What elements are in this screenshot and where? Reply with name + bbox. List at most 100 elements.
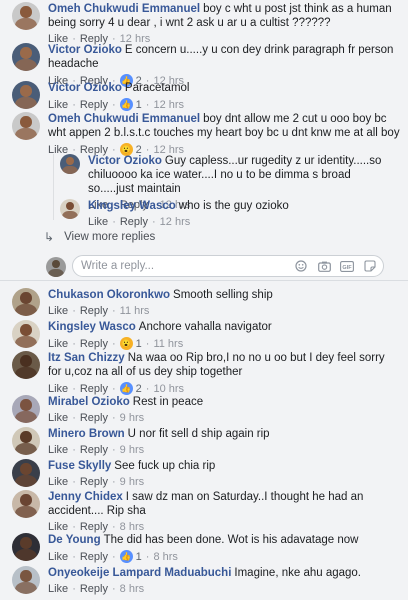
timestamp[interactable]: 9 hrs [120, 444, 144, 456]
reply-link[interactable]: Reply [120, 216, 148, 228]
avatar[interactable] [60, 199, 80, 219]
commenter-name[interactable]: Victor Ozioko [48, 82, 122, 94]
timestamp[interactable]: 9 hrs [120, 476, 144, 488]
reply-link[interactable]: Reply [80, 444, 108, 456]
separator-dot: · [111, 521, 116, 533]
separator-dot: · [111, 583, 116, 595]
commenter-name[interactable]: Fuse Skylly [48, 460, 111, 472]
comment-text: Mirabel Ozioko Rest in peace [48, 395, 400, 409]
camera-icon[interactable] [317, 260, 331, 272]
like-reaction-icon: 👍 [119, 382, 133, 395]
avatar[interactable] [12, 490, 40, 518]
commenter-name[interactable]: Itz San Chizzy [48, 352, 125, 364]
reply-link[interactable]: Reply [80, 476, 108, 488]
timestamp[interactable]: 10 hrs [153, 383, 184, 395]
like-link[interactable]: Like [48, 338, 68, 350]
commenter-name[interactable]: Victor Ozioko [48, 44, 122, 56]
avatar[interactable] [12, 427, 40, 455]
reaction-summary[interactable]: 😮 1 [119, 337, 142, 350]
comment-body: Chukason Okoronkwo Smooth selling ship Lik… [48, 288, 400, 317]
reply-link[interactable]: Reply [80, 551, 108, 563]
avatar[interactable] [12, 43, 40, 71]
like-link[interactable]: Like [48, 476, 68, 488]
reply-input[interactable] [81, 260, 285, 272]
reply-link[interactable]: Reply [80, 521, 108, 533]
like-reaction-icon: 👍 [119, 98, 133, 111]
comment-text: De Young The did has been done. Wot is hi… [48, 533, 400, 547]
reaction-summary[interactable]: 👍 1 [119, 550, 142, 563]
separator-dot: · [111, 550, 116, 563]
comment-body: Jenny Chidex I saw dz man on Saturday..I … [48, 490, 400, 533]
separator-dot: · [111, 98, 116, 111]
commenter-name[interactable]: Omeh Chukwudi Emmanuel [48, 113, 200, 125]
comment-text: Fuse Skylly See fuck up chia rip [48, 459, 400, 473]
view-more-replies[interactable]: ↳ View more replies [44, 230, 155, 244]
comment: Omeh Chukwudi Emmanuel boy dnt allow me 2… [12, 112, 400, 156]
avatar[interactable] [12, 112, 40, 140]
commenter-name[interactable]: Minero Brown [48, 428, 125, 440]
like-link[interactable]: Like [48, 551, 68, 563]
timestamp[interactable]: 12 hrs [153, 99, 184, 111]
reaction-summary[interactable]: 👍 2 [119, 382, 142, 395]
comment-actions: Like · Reply · 👍 1 · 12 hrs [48, 98, 400, 111]
comment-message: Smooth selling ship [173, 289, 273, 301]
avatar[interactable] [12, 351, 40, 379]
reply-link[interactable]: Reply [80, 412, 108, 424]
reply-link[interactable]: Reply [80, 383, 108, 395]
avatar[interactable] [12, 533, 40, 561]
comment-body: Omeh Chukwudi Emmanuel boy dnt allow me 2… [48, 112, 400, 156]
reply-link[interactable]: Reply [80, 305, 108, 317]
commenter-name[interactable]: Onyeokeije Lampard Maduabuchi [48, 567, 231, 579]
reply-box: GIF [72, 255, 384, 277]
comment-message: Imagine, nke ahu agago. [234, 567, 362, 579]
comment-text: Itz San Chizzy Na waa oo Rip bro,I no no … [48, 351, 400, 379]
divider [0, 280, 408, 281]
reply-box-avatar [46, 257, 66, 277]
commenter-name[interactable]: Kingsley Wasco [48, 321, 136, 333]
avatar[interactable] [12, 2, 40, 30]
avatar[interactable] [12, 566, 40, 594]
timestamp[interactable]: 8 hrs [120, 521, 144, 533]
emoji-icon[interactable] [294, 260, 308, 272]
avatar[interactable] [60, 154, 80, 174]
comment: Itz San Chizzy Na waa oo Rip bro,I no no … [12, 351, 400, 395]
like-link[interactable]: Like [48, 583, 68, 595]
gif-icon[interactable]: GIF [340, 260, 354, 272]
like-link[interactable]: Like [48, 305, 68, 317]
separator-dot: · [72, 444, 76, 456]
sticker-icon[interactable] [363, 260, 377, 272]
avatar[interactable] [12, 459, 40, 487]
comment-body: Itz San Chizzy Na waa oo Rip bro,I no no … [48, 351, 400, 395]
commenter-name[interactable]: Omeh Chukwudi Emmanuel [48, 3, 200, 15]
avatar[interactable] [12, 320, 40, 348]
like-link[interactable]: Like [48, 521, 68, 533]
like-link[interactable]: Like [48, 412, 68, 424]
avatar[interactable] [12, 288, 40, 316]
commenter-name[interactable]: Victor Ozioko [88, 155, 162, 167]
separator-dot: · [72, 305, 76, 317]
commenter-name[interactable]: Mirabel Ozioko [48, 396, 130, 408]
avatar[interactable] [12, 81, 40, 109]
timestamp[interactable]: 12 hrs [160, 216, 191, 228]
commenter-name[interactable]: Jenny Chidex [48, 491, 123, 503]
like-link[interactable]: Like [48, 444, 68, 456]
timestamp[interactable]: 11 hrs [153, 338, 183, 350]
timestamp[interactable]: 9 hrs [120, 412, 144, 424]
like-link[interactable]: Like [48, 383, 68, 395]
avatar[interactable] [12, 395, 40, 423]
reply-link[interactable]: Reply [80, 99, 108, 111]
commenter-name[interactable]: De Young [48, 534, 101, 546]
commenter-name[interactable]: Chukason Okoronkwo [48, 289, 170, 301]
commenter-name[interactable]: Kingsley Wasco [88, 200, 176, 212]
reaction-summary[interactable]: 👍 1 [119, 98, 142, 111]
separator-dot: · [72, 550, 76, 563]
like-link[interactable]: Like [88, 216, 108, 228]
timestamp[interactable]: 11 hrs [120, 305, 150, 317]
timestamp[interactable]: 8 hrs [153, 551, 177, 563]
reply-link[interactable]: Reply [80, 583, 108, 595]
comment-message: The did has been done. Wot is his adavat… [103, 534, 359, 546]
like-link[interactable]: Like [48, 99, 68, 111]
comment: Fuse Skylly See fuck up chia rip Like · Repl… [12, 459, 400, 488]
reply-link[interactable]: Reply [80, 338, 108, 350]
timestamp[interactable]: 8 hrs [120, 583, 144, 595]
